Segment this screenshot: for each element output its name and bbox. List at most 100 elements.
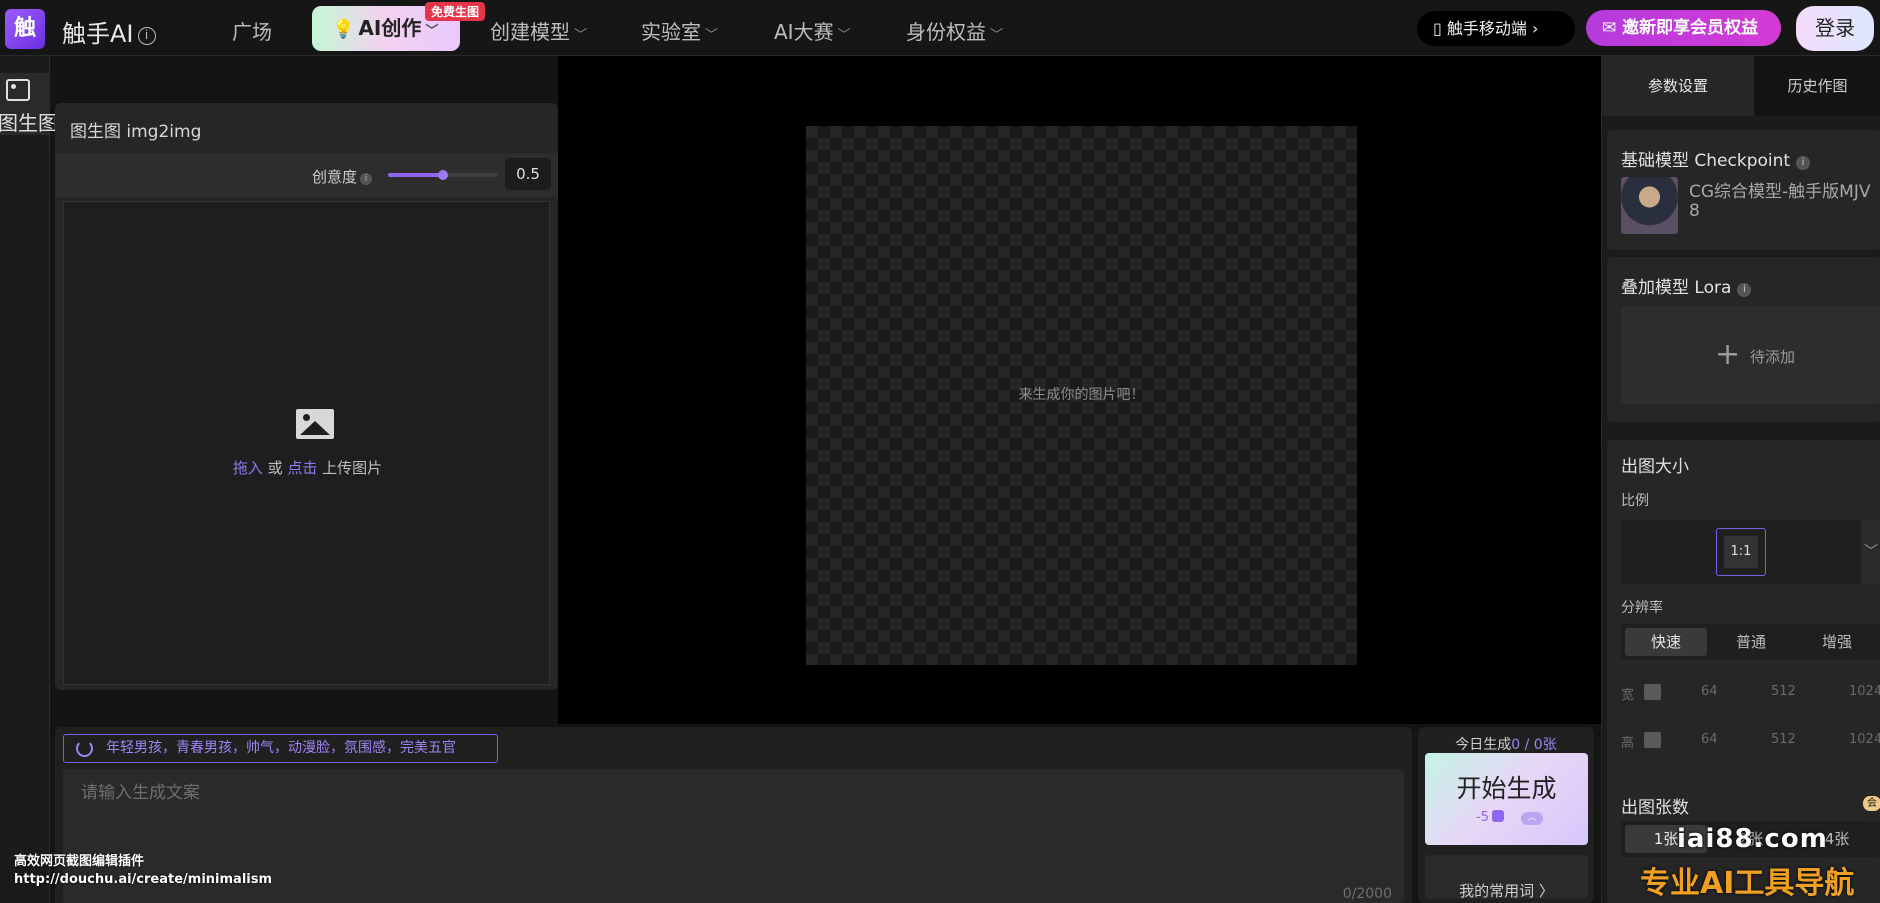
creativity-value-input[interactable]: 0.5 (505, 158, 551, 190)
nav-plaza[interactable]: 广场 (232, 16, 272, 45)
image-icon (296, 409, 334, 439)
creativity-row: 创意度 i 0.5 (55, 153, 558, 197)
upload-instructions: 拖入 或 点击 上传图片 (64, 457, 551, 478)
upload-or: 或 (262, 459, 288, 477)
mobile-app-button[interactable]: ▯ 触手移动端 › (1417, 11, 1575, 46)
height-tick-mid: 512 (1771, 732, 1796, 747)
nav-lab-label: 实验室 (641, 20, 701, 44)
creativity-slider[interactable] (388, 170, 498, 180)
plugin-title: 高效网页截图编辑插件 (14, 854, 145, 869)
chevron-down-icon: ﹀ (837, 28, 851, 43)
info-icon[interactable]: i (1737, 283, 1752, 297)
info-icon[interactable]: i (137, 27, 156, 45)
mobile-app-label: 触手移动端 (1446, 19, 1527, 38)
drag-link[interactable]: 拖入 (233, 459, 263, 477)
canvas-hint: 来生成你的图片吧！ (1018, 387, 1145, 403)
height-row: 高 64 512 1024 (1621, 728, 1880, 752)
bulb-icon: 💡 (332, 19, 355, 40)
lora-title-text: 叠加模型 Lora (1621, 278, 1732, 298)
nav-contest[interactable]: AI大赛 ﹀ (774, 16, 851, 45)
ratio-selector: 1:1 ﹀ (1621, 520, 1880, 584)
img2img-title: 图生图 img2img (70, 122, 202, 142)
add-lora-button[interactable]: + 待添加 (1621, 306, 1880, 404)
upload-rest: 上传图片 (317, 459, 383, 477)
prompt-placeholder: 请输入生成文案 (81, 783, 200, 803)
nav-create-model[interactable]: 创建模型 ﹀ (490, 16, 587, 45)
model-thumbnail[interactable] (1621, 177, 1678, 234)
size-card: 出图大小 比例 1:1 ﹀ 分辨率 快速 普通 增强 宽 64 512 1024… (1607, 440, 1880, 822)
brand-name: 触手AI (62, 20, 134, 48)
creativity-label: 创意度 i (312, 166, 373, 187)
vip-badge: 会员 (1863, 796, 1880, 824)
checkpoint-card: 基础模型 Checkpoint i CG综合模型-触手版MJV 8 (1607, 130, 1880, 250)
info-icon[interactable]: i (360, 173, 373, 185)
prompt-suggestion[interactable]: 年轻男孩，青春男孩，帅气，动漫脸，氛围感，完美五官 (63, 734, 498, 763)
chevron-down-icon: ﹀ (705, 28, 719, 43)
nav-lab[interactable]: 实验室 ﹀ (641, 16, 718, 45)
free-badge: 免费生图 (425, 2, 486, 21)
img2img-panel: 图生图 img2img 创意度 i 0.5 拖入 或 点击 上传图片 (55, 103, 558, 690)
image-upload-area[interactable]: 拖入 或 点击 上传图片 (63, 201, 550, 685)
invite-member-label: 邀新即享会员权益 (1622, 18, 1759, 38)
brand-title[interactable]: 触手AI i (62, 14, 156, 49)
top-navigation-bar: 触 触手AI i 广场 💡 AI创作 ﹀ 免费生图 创建模型 ﹀ 实验室 ﹀ AI大赛 ﹀ … (0, 0, 1880, 56)
invite-member-button[interactable]: ✉ 邀新即享会员权益 (1586, 10, 1781, 46)
nav-create-model-label: 创建模型 (490, 20, 570, 44)
nav-contest-label: AI大赛 (774, 20, 834, 44)
result-canvas: 来生成你的图片吧！ (806, 126, 1357, 665)
click-link[interactable]: 点击 (287, 459, 317, 477)
chevron-down-icon: ﹀ (574, 28, 588, 43)
site-watermark: iai88.com (1677, 824, 1828, 854)
tab-history[interactable]: 历史作图 (1754, 56, 1880, 116)
nav-membership-label: 身份权益 (906, 20, 986, 44)
start-generate-button[interactable]: 开始生成 -5 ︿ (1425, 753, 1588, 845)
resolution-fast[interactable]: 快速 (1625, 628, 1707, 656)
app-root: 触 触手AI i 广场 💡 AI创作 ﹀ 免费生图 创建模型 ﹀ 实验室 ﹀ AI大赛 ﹀ … (0, 0, 1880, 903)
count-title: 出图张数 (1621, 798, 1689, 818)
phone-icon: ▯ (1433, 19, 1442, 38)
width-label: 宽 (1621, 688, 1635, 703)
width-tick-max: 1024 (1849, 684, 1880, 699)
plus-icon: + (1715, 337, 1741, 372)
nav-membership[interactable]: 身份权益 ﹀ (906, 16, 1003, 45)
ratio-option-1-1[interactable]: 1:1 (1716, 528, 1766, 576)
chevron-right-icon: › (1532, 19, 1539, 38)
resolution-selector: 快速 普通 增强 (1621, 624, 1880, 660)
creativity-label-text: 创意度 (312, 168, 358, 186)
nav-plaza-label: 广场 (232, 20, 272, 44)
lora-card: 叠加模型 Lora i + 待添加 (1607, 257, 1880, 422)
chevron-down-icon[interactable]: ﹀ (1861, 520, 1880, 584)
width-icon (1644, 684, 1661, 700)
size-title: 出图大小 (1621, 457, 1689, 477)
generate-panel: 今日生成0 / 0张 开始生成 -5 ︿ 我的常用词 〉 (1418, 727, 1594, 903)
tab-params[interactable]: 参数设置 (1602, 56, 1754, 116)
today-generated-prefix: 今日生成 (1455, 737, 1512, 753)
height-tick-max: 1024 (1849, 732, 1880, 747)
model-name[interactable]: CG综合模型-触手版MJV 8 (1689, 183, 1880, 221)
login-button[interactable]: 登录 (1796, 6, 1874, 51)
prompt-char-counter: 0/2000 (1342, 886, 1392, 902)
checkpoint-title-text: 基础模型 Checkpoint (1621, 151, 1791, 171)
today-generated-count: 0 / 0张 (1511, 737, 1557, 753)
resolution-normal[interactable]: 普通 (1710, 628, 1792, 656)
image-icon (6, 79, 30, 101)
info-icon[interactable]: i (1796, 156, 1811, 170)
lora-title: 叠加模型 Lora i (1621, 273, 1752, 298)
start-generate-label: 开始生成 (1456, 774, 1557, 803)
chevron-down-icon: ﹀ (990, 28, 1004, 43)
resolution-label: 分辨率 (1621, 600, 1663, 616)
page-url: http://douchu.ai/create/minimalism (14, 872, 273, 887)
coin-icon (1491, 810, 1504, 822)
logo-icon[interactable]: 触 (5, 9, 45, 49)
refresh-icon[interactable] (76, 740, 93, 757)
tagline-watermark: 专业AI工具导航 (1640, 866, 1855, 901)
common-words-button[interactable]: 我的常用词 〉 (1425, 855, 1588, 899)
chevron-up-icon[interactable]: ︿ (1521, 812, 1543, 825)
rail-item-img2img[interactable]: 图生图 (0, 73, 58, 135)
ratio-label: 比例 (1621, 493, 1649, 509)
rail-item-label: 图生图 (0, 111, 58, 135)
slider-thumb[interactable] (438, 170, 448, 180)
plugin-watermark: 高效网页截图编辑插件 http://douchu.ai/create/minim… (14, 853, 272, 889)
resolution-enhanced[interactable]: 增强 (1796, 628, 1878, 656)
left-tool-rail: 图生图 (0, 56, 58, 903)
